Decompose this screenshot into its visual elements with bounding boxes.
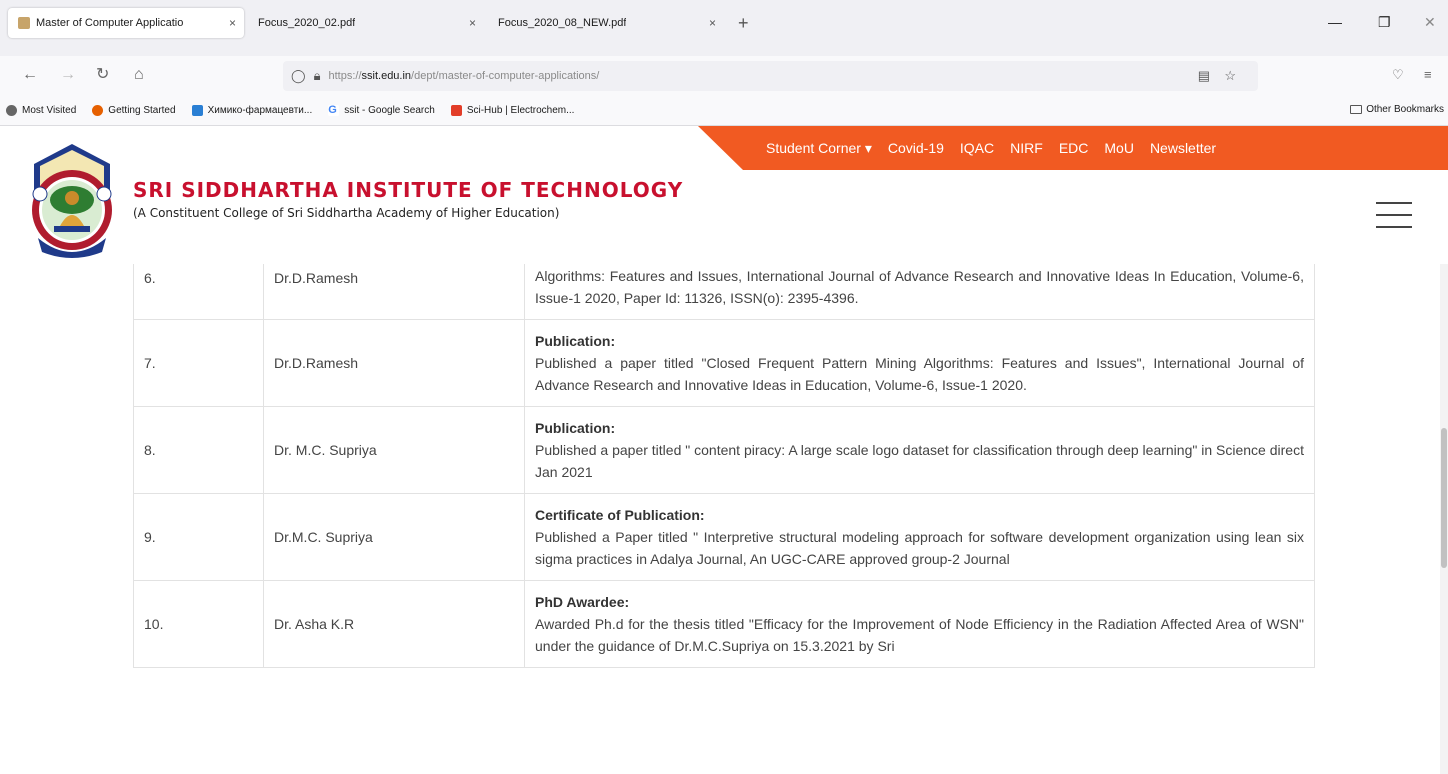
sci-hub-icon [450, 105, 462, 116]
description-text: Published a paper titled "Closed Frequen… [535, 355, 1304, 393]
bookmark-star-icon[interactable]: ☆ [1224, 68, 1236, 84]
faculty-name: Dr.M.C. Supriya [263, 493, 525, 581]
pocket-icon[interactable]: ♡ [1392, 66, 1404, 84]
other-bookmarks[interactable]: Other Bookmarks [1350, 104, 1444, 115]
other-bookmarks-label: Other Bookmarks [1366, 104, 1444, 115]
minimize-icon[interactable]: — [1328, 14, 1342, 30]
address-bar[interactable]: ◯ 🔒︎ https://ssit.edu.in/dept/master-of-… [283, 61, 1258, 91]
faculty-name: Dr.D.Ramesh [263, 319, 525, 407]
tab-master-of-computer-applications[interactable]: Master of Computer Applicatio × [8, 8, 244, 38]
bookmark-label: Getting Started [108, 105, 176, 116]
achievement-description: Certificate of Publication: Published a … [524, 493, 1315, 581]
bookmark-most-visited[interactable]: Most Visited [6, 105, 76, 116]
bookmarks-toolbar: Most Visited Getting Started Химико-фарм… [0, 96, 1448, 126]
bookmark-label: Sci-Hub | Electrochem... [466, 105, 575, 116]
serial-number: 6. [133, 264, 264, 320]
forward-arrow-icon[interactable]: → [60, 66, 76, 84]
description-heading: Publication: [535, 420, 616, 436]
menu-student-corner[interactable]: Student Corner ▾ [766, 140, 872, 157]
menu-icon[interactable]: ≡ [1424, 66, 1432, 84]
site-favicon-icon [18, 17, 30, 29]
description-text: Published a paper titled " content pirac… [535, 442, 1304, 480]
new-tab-button[interactable]: + [738, 14, 749, 32]
url-prefix: https:// [328, 70, 362, 82]
lock-icon[interactable]: 🔒︎ [314, 68, 321, 84]
description-text: of Advance Research and Innovative Ideas… [535, 268, 1304, 306]
url-domain: ssit.edu.in [361, 70, 412, 82]
institute-logo[interactable] [24, 142, 120, 260]
description-heading: PhD Awardee: [535, 594, 630, 610]
url-path: /dept/master-of-computer-applications/ [411, 70, 600, 82]
site-header: Student Corner ▾ Covid-19 IQAC NIRF EDC … [0, 126, 1448, 264]
table-row: 10. Dr. Asha K.R PhD Awardee: Awarded Ph… [133, 580, 1315, 668]
description-heading: Certificate of Publication: [535, 507, 705, 523]
tab-close-icon[interactable]: × [469, 16, 476, 30]
menu-mou[interactable]: MoU [1104, 140, 1134, 156]
tab-focus-2020-02[interactable]: Focus_2020_02.pdf × [248, 8, 484, 38]
achievement-description: of Advance Research and Innovative Ideas… [524, 264, 1315, 320]
table-row: 8. Dr. M.C. Supriya Publication: Publish… [133, 406, 1315, 494]
site-icon [191, 105, 203, 116]
close-window-icon[interactable]: ✕ [1424, 14, 1436, 31]
browser-tab-bar: Master of Computer Applicatio × Focus_20… [0, 0, 1448, 56]
bookmark-label: Most Visited [22, 105, 77, 116]
folder-icon [1350, 105, 1363, 114]
home-icon[interactable]: ⌂ [134, 66, 144, 84]
reload-icon[interactable]: ↻ [96, 66, 109, 84]
table-row: 9. Dr.M.C. Supriya Certificate of Public… [133, 493, 1315, 581]
tab-title: Master of Computer Applicatio [36, 17, 184, 29]
faculty-name: Dr.D.Ramesh [263, 264, 525, 320]
table-row: 7. Dr.D.Ramesh Publication: Published a … [133, 319, 1315, 407]
bookmark-label: Химико-фармацевти... [207, 105, 313, 116]
hamburger-menu-icon[interactable] [1376, 202, 1412, 230]
description-text: Awarded Ph.d for the thesis titled "Effi… [535, 616, 1304, 654]
top-menu-bar: Student Corner ▾ Covid-19 IQAC NIRF EDC … [698, 126, 1448, 170]
bookmark-sci-hub[interactable]: Sci-Hub | Electrochem... [450, 105, 575, 116]
faculty-name: Dr. Asha K.R [263, 580, 525, 668]
serial-number: 10. [133, 580, 264, 668]
menu-edc[interactable]: EDC [1059, 140, 1089, 156]
description-text: Published a Paper titled " Interpretive … [535, 529, 1304, 567]
bookmark-khimiko[interactable]: Химико-фармацевти... [191, 105, 313, 116]
navigation-toolbar: ← → ↻ ⌂ ◯ 🔒︎ https://ssit.edu.in/dept/ma… [0, 56, 1448, 96]
google-icon: G [328, 105, 340, 116]
tab-close-icon[interactable]: × [229, 16, 236, 30]
achievement-description: Publication: Published a paper titled " … [524, 406, 1315, 494]
table-row: 6. Dr.D.Ramesh of Advance Research and I… [133, 264, 1315, 320]
scrollbar-thumb[interactable] [1441, 428, 1447, 568]
menu-covid-19[interactable]: Covid-19 [888, 140, 944, 156]
tab-close-icon[interactable]: × [709, 16, 716, 30]
serial-number: 8. [133, 406, 264, 494]
firefox-icon [92, 105, 104, 116]
tab-title: Focus_2020_02.pdf [258, 17, 356, 29]
serial-number: 7. [133, 319, 264, 407]
achievements-table: 6. Dr.D.Ramesh of Advance Research and I… [133, 264, 1315, 668]
shield-icon[interactable]: ◯ [291, 68, 306, 84]
bookmark-ssit-google-search[interactable]: G ssit - Google Search [328, 105, 435, 116]
url-text[interactable]: https://ssit.edu.in/dept/master-of-compu… [328, 70, 599, 82]
page-scrollbar[interactable] [1440, 264, 1448, 774]
back-arrow-icon[interactable]: ← [22, 66, 38, 84]
description-heading: Publication: [535, 333, 616, 349]
gear-icon [6, 105, 17, 116]
bookmark-label: ssit - Google Search [344, 105, 435, 116]
main-content: 6. Dr.D.Ramesh of Advance Research and I… [0, 264, 1440, 774]
tab-title: Focus_2020_08_NEW.pdf [498, 17, 627, 29]
menu-newsletter[interactable]: Newsletter [1150, 140, 1216, 156]
achievement-description: Publication: Published a paper titled "C… [524, 319, 1315, 407]
menu-nirf[interactable]: NIRF [1010, 140, 1043, 156]
serial-number: 9. [133, 493, 264, 581]
faculty-name: Dr. M.C. Supriya [263, 406, 525, 494]
restore-icon[interactable]: ❐ [1378, 14, 1391, 31]
institute-subtitle: (A Constituent College of Sri Siddhartha… [133, 206, 560, 220]
institute-title[interactable]: SRI SIDDHARTHA INSTITUTE OF TECHNOLOGY [133, 178, 683, 202]
menu-iqac[interactable]: IQAC [960, 140, 994, 156]
achievement-description: PhD Awardee: Awarded Ph.d for the thesis… [524, 580, 1315, 668]
reader-view-icon[interactable]: ▤ [1198, 68, 1210, 84]
tab-focus-2020-08-new[interactable]: Focus_2020_08_NEW.pdf × [488, 8, 724, 38]
bookmark-getting-started[interactable]: Getting Started [92, 105, 176, 116]
